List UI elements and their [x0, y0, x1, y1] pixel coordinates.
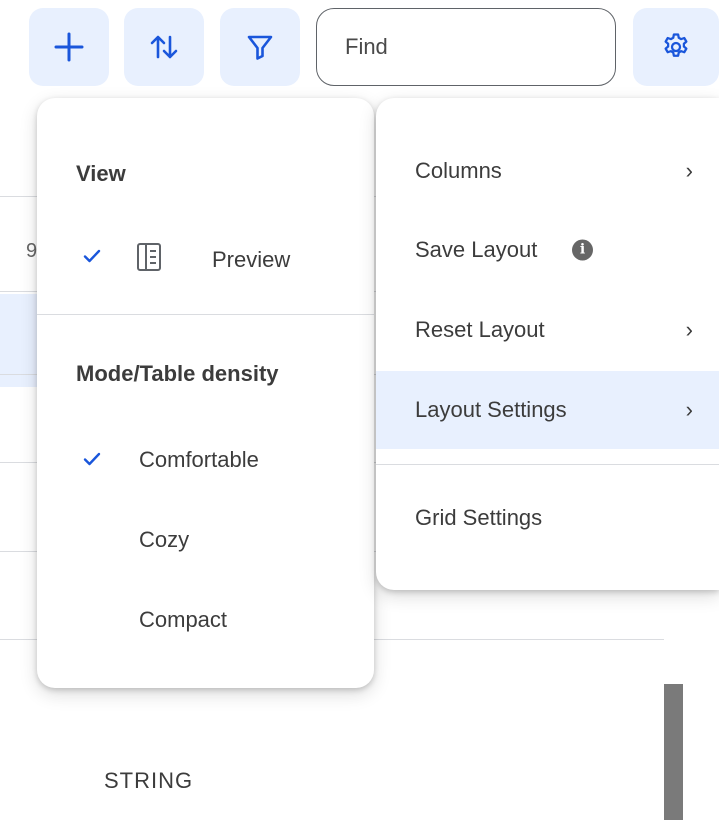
- chevron-right-icon: ›: [685, 397, 693, 422]
- grid-cell-text: STRING: [104, 768, 194, 793]
- menu-item-label: Reset Layout: [415, 317, 545, 342]
- vertical-scrollbar[interactable]: [664, 684, 683, 820]
- view-options-menu: View Preview Mode/Table density Comforta…: [37, 98, 374, 688]
- menu-item-save-layout[interactable]: Save Layout i: [376, 211, 719, 289]
- menu-item-label: Layout Settings: [415, 397, 567, 422]
- density-section-title: Mode/Table density: [76, 361, 279, 386]
- add-button[interactable]: [29, 8, 109, 86]
- preview-label: Preview: [212, 247, 291, 272]
- filter-button[interactable]: [220, 8, 300, 86]
- menu-divider: [37, 314, 374, 315]
- density-option-label: Compact: [139, 607, 228, 632]
- find-input[interactable]: [316, 8, 616, 86]
- chevron-right-icon: ›: [685, 317, 693, 342]
- density-option-label: Cozy: [139, 527, 190, 552]
- preview-option[interactable]: Preview: [37, 216, 374, 306]
- density-option-comfortable[interactable]: Comfortable: [37, 420, 374, 498]
- menu-item-reset-layout[interactable]: Reset Layout ›: [376, 291, 719, 369]
- info-icon[interactable]: i: [572, 239, 593, 261]
- funnel-icon: [245, 32, 275, 62]
- grid-cell-text: 9: [26, 240, 38, 262]
- sort-button[interactable]: [124, 8, 204, 86]
- density-option-cozy[interactable]: Cozy: [37, 500, 374, 578]
- menu-item-layout-settings[interactable]: Layout Settings ›: [376, 371, 719, 449]
- chevron-right-icon: ›: [685, 158, 693, 183]
- menu-divider: [376, 464, 719, 465]
- sort-arrows-icon: [148, 31, 180, 63]
- checkmark-icon: [82, 246, 102, 271]
- menu-item-columns[interactable]: Columns ›: [376, 132, 719, 210]
- preview-panel-icon: [136, 242, 162, 277]
- menu-item-label: Save Layout: [415, 237, 538, 262]
- menu-item-grid-settings[interactable]: Grid Settings: [376, 479, 719, 557]
- gear-icon: [661, 32, 691, 62]
- plus-icon: [53, 31, 85, 63]
- checkmark-icon: [82, 449, 102, 474]
- menu-item-label: Grid Settings: [415, 505, 543, 530]
- menu-item-label: Columns: [415, 158, 502, 183]
- settings-button[interactable]: [633, 8, 719, 86]
- density-option-compact[interactable]: Compact: [37, 580, 374, 658]
- view-section-title: View: [76, 161, 126, 186]
- settings-menu: Columns › Save Layout i Reset Layout › L…: [376, 98, 719, 590]
- density-option-label: Comfortable: [139, 447, 259, 472]
